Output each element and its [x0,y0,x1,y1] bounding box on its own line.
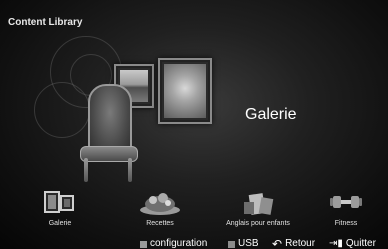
menu-label: Anglais pour enfants [226,220,290,227]
picture-frame-flower [158,58,212,124]
help-configuration[interactable]: configuration [140,238,207,249]
armchair-icon [88,84,132,154]
help-label: Quitter [345,238,376,249]
help-bar: configuration USB ↶ Retour ⇥▮ Quitter [0,238,388,249]
menu-item-anglais-pour-enfants[interactable]: Anglais pour enfants [210,188,306,234]
menu-item-galerie[interactable]: Galerie [20,188,100,234]
menu-item-recettes[interactable]: Recettes [120,188,200,234]
fitness-icon [330,196,362,208]
help-quitter[interactable]: ⇥▮ Quitter [329,238,376,249]
gallery-icon [44,191,74,213]
page-title: Content Library [8,17,83,28]
menu-label: Recettes [146,220,174,227]
decor-swirl [34,82,90,138]
content-library-screen: Content Library Galerie Galerie Recettes… [0,0,388,249]
chair-leg [84,158,88,182]
menu-label: Fitness [334,220,358,227]
selected-content-label: Galerie [245,106,297,123]
key-square-icon [228,240,235,248]
english-kids-icon [244,193,274,215]
help-label: configuration [150,238,208,249]
menu-label: Galerie [48,220,72,227]
help-usb[interactable]: USB [228,238,259,249]
recipes-icon [140,193,180,215]
return-icon: ↶ [272,237,283,249]
help-label: USB [238,238,259,249]
key-square-icon [140,240,147,248]
help-retour[interactable]: ↶ Retour [272,238,315,249]
exit-icon: ⇥▮ [329,238,343,249]
help-label: Retour [285,238,316,249]
chair-leg [128,158,132,182]
hero-illustration [34,36,230,188]
menu-item-fitness[interactable]: Fitness [306,188,386,234]
